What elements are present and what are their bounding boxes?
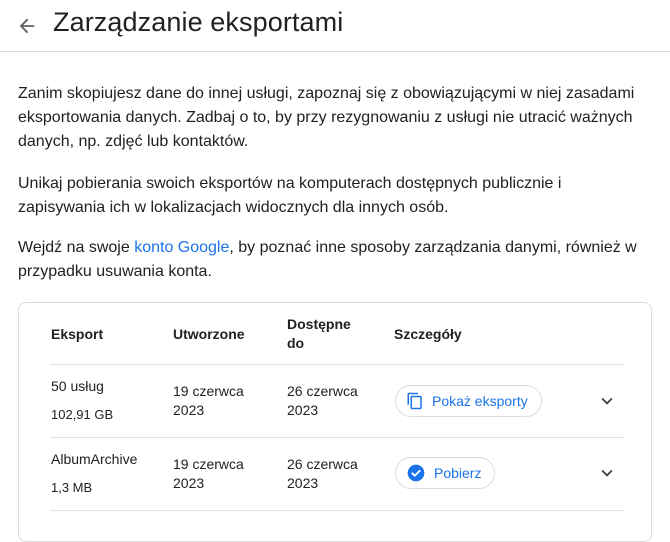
download-button[interactable]: Pobierz [395,457,496,489]
show-exports-button[interactable]: Pokaż eksporty [395,385,542,417]
created-date: 19 czerwca 2023 [173,382,244,420]
export-size: 1,3 MB [51,480,93,495]
export-name: AlbumArchive [51,451,138,467]
back-button[interactable] [13,12,41,40]
available-date-line1: 26 czerwca [287,383,358,399]
download-label: Pobierz [434,465,482,481]
intro-paragraph-2: Unikaj pobierania swoich eksportów na ko… [18,175,562,216]
expand-row-button[interactable] [595,461,619,485]
created-date-line1: 19 czerwca [173,383,244,399]
expand-row-button[interactable] [595,389,619,413]
available-date-line2: 2023 [287,402,319,418]
show-exports-label: Pokaż eksporty [432,393,528,409]
created-date: 19 czerwca 2023 [173,455,244,493]
check-circle-icon [407,464,425,482]
paragraph-text: Wejdź na swoje [18,239,135,256]
available-date-line2: 2023 [287,475,319,491]
column-header-available-line1: Dostępne [287,316,351,332]
column-header-available-line2: do [287,335,305,351]
intro-paragraph-1: Zanim skopiujesz dane do innej usługi, z… [18,85,635,150]
export-name: 50 usług [51,378,104,394]
column-header-export: Eksport [51,326,104,342]
column-header-created: Utworzone [173,326,245,342]
chevron-down-icon [601,397,613,405]
column-header-details: Szczegóły [394,326,462,342]
page-title: Zarządzanie eksportami [53,7,344,37]
google-account-link[interactable]: konto Google [134,239,229,256]
created-date-line2: 2023 [173,475,205,491]
divider [50,510,624,511]
available-date: 26 czerwca 2023 [287,382,358,420]
chevron-down-icon [601,469,613,477]
created-date-line2: 2023 [173,402,205,418]
intro-paragraph-3: Wejdź na swoje konto Google, by poznać i… [18,236,648,284]
divider [50,364,624,365]
available-date-line1: 26 czerwca [287,456,358,472]
column-header-available: Dostępne do [287,315,351,353]
divider [50,437,624,438]
export-size: 102,91 GB [51,407,114,422]
app-header: Zarządzanie eksportami [0,0,670,52]
exports-table-card: Eksport Utworzone Dostępne do Szczegóły … [18,302,652,542]
copy-icon [407,392,422,410]
created-date-line1: 19 czerwca [173,456,244,472]
arrow-back-icon [19,18,35,34]
available-date: 26 czerwca 2023 [287,455,358,493]
